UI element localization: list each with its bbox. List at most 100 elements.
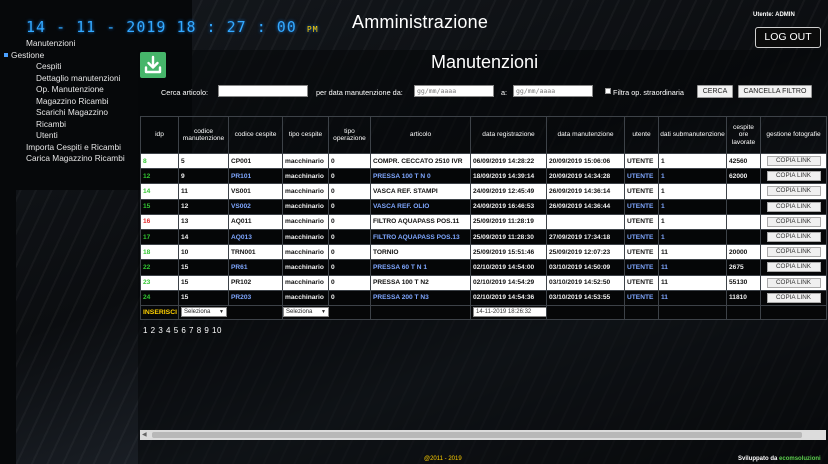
sidebar-item-label: Scarichi Magazzino [36,107,108,117]
cell-idp[interactable]: 16 [140,213,179,230]
scroll-left-icon[interactable]: ◀ [142,431,147,438]
sidebar-item-importa[interactable]: Importa Cespiti e Ricambi [0,142,140,154]
copy-link-button[interactable]: COPIA LINK [766,262,821,273]
cell-utente: UTENTE [624,274,659,291]
cell-articolo[interactable]: COMPR. CECCATO 2510 IVR [370,152,471,170]
cell-actions: COPIA LINK [760,183,827,200]
cell-utente: UTENTE [624,213,659,230]
cell-idp[interactable]: 8 [140,152,179,170]
cell-idp[interactable]: 15 [140,198,179,215]
col-header[interactable]: idp [140,116,179,154]
cell-articolo[interactable]: PRESSA 100 T N 0 [370,168,471,185]
cell-utente: UTENTE [624,152,659,170]
cell-idp[interactable]: 23 [140,274,179,291]
sidebar-item-utenti[interactable]: Utenti [0,130,140,142]
clear-filter-button[interactable]: CANCELLA FILTRO [738,85,812,98]
cell-articolo[interactable]: FILTRO AQUAPASS POS.11 [370,213,471,230]
cell-idp[interactable]: 22 [140,259,179,276]
cell-man: 25/09/2019 12:07:23 [546,244,625,261]
date-to-input[interactable]: gg/mm/aaaa [513,85,593,97]
col-header[interactable]: codice manutenzione [178,116,229,154]
logout-button[interactable]: LOG OUT [755,27,821,48]
cell-sub: 1 [658,183,727,200]
col-header[interactable]: codice cespite [228,116,283,154]
cell-codice: 12 [178,198,229,215]
sidebar-item-gestione[interactable]: Gestione [0,50,140,62]
cell-articolo[interactable]: PRESSA 100 T N2 [370,274,471,291]
search-input[interactable] [218,85,308,97]
sidebar-item-cespiti[interactable]: Cespiti [0,61,140,73]
horizontal-scrollbar[interactable]: ◀ [140,430,826,440]
col-header[interactable]: utente [624,116,659,154]
cell-op: 0 [328,274,371,291]
download-icon-glyph [144,55,162,74]
copy-link-button[interactable]: COPIA LINK [766,292,821,303]
insert-date-input[interactable]: 14-11-2019 18:26:32 [473,307,546,318]
cell-cespite[interactable]: PR203 [228,289,283,306]
cell-cespite[interactable]: AQ013 [228,228,283,246]
insert-select-codice[interactable]: Seleziona [181,307,227,318]
copy-link-button[interactable]: COPIA LINK [766,156,821,167]
col-header[interactable]: dati submanutenzione [658,116,727,154]
cell-idp[interactable]: 24 [140,289,179,306]
copy-link-button[interactable]: COPIA LINK [766,201,821,212]
cell-tipo: macchinario [282,289,329,306]
cell-articolo[interactable]: FILTRO AQUAPASS POS.13 [370,228,471,246]
extraordinary-checkbox[interactable] [605,88,611,94]
copy-link-button[interactable]: COPIA LINK [766,171,821,182]
copy-link-button[interactable]: COPIA LINK [766,216,821,227]
cell-articolo[interactable]: PRESSA 60 T N 1 [370,259,471,276]
sidebar-item-manutenzioni[interactable]: Manutenzioni [0,38,140,50]
footer-credit-link[interactable]: ecomsoluzioni [779,456,821,462]
scrollbar-thumb[interactable] [152,432,802,438]
cell-articolo[interactable]: VASCA REF. OLIO [370,198,471,215]
cell-idp[interactable]: 14 [140,183,179,200]
cell-man: 26/09/2019 14:36:14 [546,183,625,200]
cell-articolo[interactable]: TORNIO [370,244,471,261]
cell-man: 03/10/2019 14:50:09 [546,259,625,276]
download-icon[interactable] [140,52,166,78]
cell-codice: 15 [178,289,229,306]
sidebar-item-carica-magazzino[interactable]: Carica Magazzino Ricambi [0,153,140,165]
cell-cespite[interactable]: PR101 [228,168,283,185]
sidebar-item-scarichi-magazzino[interactable]: Scarichi Magazzino [0,107,140,119]
cell-idp[interactable]: 17 [140,228,179,246]
copy-link-button[interactable]: COPIA LINK [766,186,821,197]
copy-link-button[interactable]: COPIA LINK [766,277,821,288]
col-header[interactable]: articolo [370,116,471,154]
cell-cespite[interactable]: PR102 [228,274,283,291]
cell-cespite[interactable]: TRN001 [228,244,283,261]
search-button[interactable]: CERCA [697,85,733,98]
col-header[interactable]: data registrazione [470,116,547,154]
col-header[interactable]: tipo cespite [282,116,329,154]
col-header[interactable]: cespite ore lavorate [726,116,761,154]
insert-select-cespite[interactable]: Seleziona [283,307,329,318]
sidebar-item-dettaglio-manutenzioni[interactable]: Dettaglio manutenzioni [0,73,140,85]
cell-articolo[interactable]: VASCA REF. STAMPI [370,183,471,200]
cell-cespite[interactable]: VS001 [228,183,283,200]
sidebar-item-label: Carica Magazzino Ricambi [26,153,125,163]
cell-tipo: macchinario [282,183,329,200]
sidebar-nav: Manutenzioni Gestione Cespiti Dettaglio … [0,38,140,165]
cell-cespite[interactable]: CP001 [228,152,283,170]
insert-button[interactable]: INSERISCI [143,309,177,316]
sidebar-item-ricambi[interactable]: Ricambi [0,119,140,131]
pagination[interactable]: 1 2 3 4 5 6 7 8 9 10 [143,326,222,335]
cell-tipo: macchinario [282,198,329,215]
cell-op: 0 [328,213,371,230]
cell-cespite[interactable]: PR61 [228,259,283,276]
cell-sub: 1 [658,152,727,170]
copy-link-button[interactable]: COPIA LINK [766,232,821,243]
cell-articolo[interactable]: PRESSA 200 T N3 [370,289,471,306]
cell-idp[interactable]: 12 [140,168,179,185]
col-header[interactable]: tipo operazione [328,116,371,154]
date-from-input[interactable]: gg/mm/aaaa [414,85,494,97]
page-links[interactable]: 1 2 3 4 5 6 7 8 9 10 [143,326,222,335]
col-header[interactable]: data manutenzione [546,116,625,154]
cell-idp[interactable]: 18 [140,244,179,261]
cell-tipo: macchinario [282,244,329,261]
cell-cespite[interactable]: AQ011 [228,213,283,230]
cell-cespite[interactable]: VS002 [228,198,283,215]
cell-reg: 25/09/2019 11:28:19 [470,213,547,230]
copy-link-button[interactable]: COPIA LINK [766,247,821,258]
